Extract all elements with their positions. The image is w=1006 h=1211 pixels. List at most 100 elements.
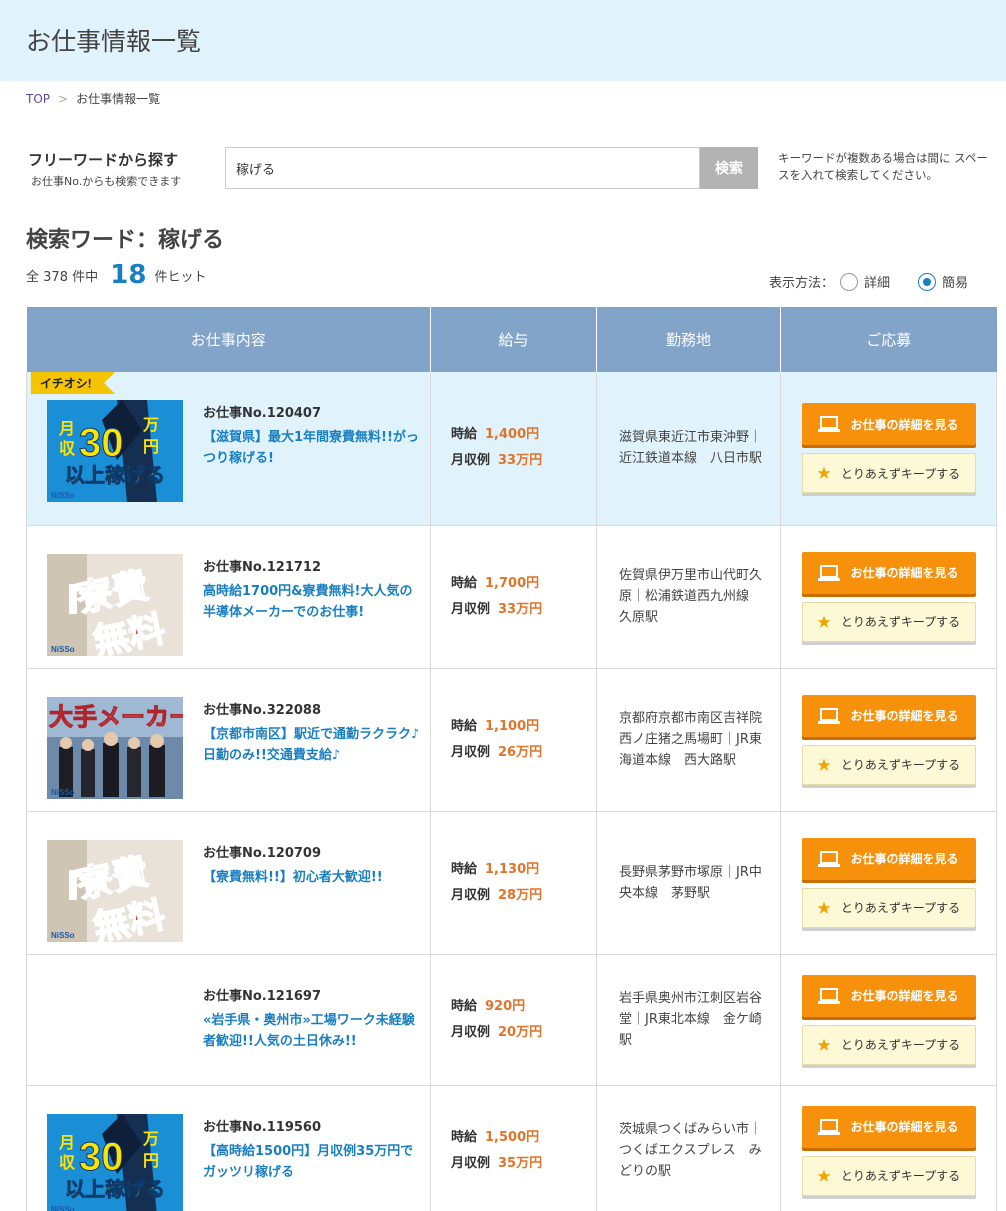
job-cell: 寮費 無料 NiSSo お仕事No.120709 【寮費無料!!】初心者大歓迎!!	[26, 811, 431, 955]
keep-button[interactable]: とりあえずキープする	[801, 601, 976, 642]
view-detail-label: お仕事の詳細を見る	[850, 417, 959, 432]
job-title-link[interactable]: 【京都市南区】駅近で通勤ラクラク♪日勤のみ!!交通費支給♪	[203, 724, 423, 766]
view-detail-button[interactable]: お仕事の詳細を見る	[801, 403, 976, 446]
monthly-line: 月収例 35万円	[451, 1151, 596, 1177]
keep-button[interactable]: とりあえずキープする	[801, 1155, 976, 1196]
freeword-search: フリーワードから探す お仕事No.からも検索できます 検索 キーワードが複数ある…	[26, 146, 988, 192]
hit-count: 18	[110, 260, 147, 290]
keep-button[interactable]: とりあえずキープする	[801, 1024, 976, 1065]
total-suffix: 件中	[72, 270, 99, 285]
svg-text:NiSSo: NiSSo	[51, 1205, 75, 1211]
salary-cell: 時給 1,400円 月収例 33万円	[430, 372, 597, 526]
job-table: お仕事内容 給与 勤務地 ご応募 イチオシ! 月収 30 万円以上稼げる NiSSo お仕…	[26, 307, 997, 1211]
keep-button[interactable]: とりあえずキープする	[801, 744, 976, 785]
monthly-value: 33万円	[498, 453, 543, 469]
apply-cell: お仕事の詳細を見るとりあえずキープする	[780, 668, 997, 812]
keep-button[interactable]: とりあえずキープする	[801, 887, 976, 928]
page-header: お仕事情報一覧	[0, 0, 1006, 81]
job-title-link[interactable]: «岩手県・奥州市»工場ワーク未経験者歓迎!!人気の土日休み!!	[203, 1010, 423, 1052]
monthly-value: 26万円	[498, 744, 543, 760]
monthly-line: 月収例 28万円	[451, 883, 596, 909]
svg-text:万: 万	[142, 1131, 159, 1148]
job-thumbnail[interactable]: 大手メーカー NiSSo	[47, 696, 183, 799]
salary-cell: 時給 1,100円月収例 26万円	[430, 668, 597, 812]
view-detail-button[interactable]: お仕事の詳細を見る	[801, 1105, 976, 1148]
breadcrumb-top-link[interactable]: TOP	[26, 92, 50, 106]
job-cell: お仕事No.121697 «岩手県・奥州市»工場ワーク未経験者歓迎!!人気の土日休…	[26, 954, 431, 1086]
svg-text:以上稼げる: 以上稼げる	[65, 1177, 165, 1201]
view-detail-button[interactable]: お仕事の詳細を見る	[801, 974, 976, 1017]
mode-detail-label[interactable]: 詳細	[864, 272, 890, 291]
keep-button[interactable]: とりあえずキープする	[801, 453, 976, 494]
wage-line: 時給 1,130円	[451, 857, 596, 883]
header-location: 勤務地	[596, 307, 781, 372]
search-note: キーワードが複数ある場合は間に スペースを入れて検索してください。	[778, 151, 988, 182]
job-cell: 寮費 無料 NiSSo お仕事No.121712 高時給1700円&寮費無料!大人気の半…	[26, 525, 431, 669]
svg-text:収: 収	[59, 1154, 76, 1172]
view-detail-button[interactable]: お仕事の詳細を見る	[801, 694, 976, 737]
star-icon	[817, 1169, 831, 1182]
laptop-icon	[818, 564, 841, 581]
breadcrumb: TOP > お仕事情報一覧	[26, 90, 160, 107]
table-header-row: お仕事内容 給与 勤務地 ご応募	[26, 307, 997, 372]
view-detail-button[interactable]: お仕事の詳細を見る	[801, 551, 976, 594]
job-thumbnail[interactable]: 寮費 無料 NiSSo	[47, 839, 183, 942]
search-button[interactable]: 検索	[700, 147, 758, 189]
keep-label: とりあえずキープする	[840, 1038, 961, 1052]
svg-text:万: 万	[142, 417, 159, 434]
job-number: お仕事No.119560	[203, 1119, 322, 1135]
job-thumbnail[interactable]: 寮費 無料 NiSSo	[47, 553, 183, 656]
monthly-line: 月収例 33万円	[451, 448, 596, 474]
svg-text:円: 円	[143, 1152, 159, 1170]
job-title-link[interactable]: 【高時給1500円】月収例35万円でガッツリ稼げる	[203, 1141, 423, 1183]
svg-text:NiSSo: NiSSo	[51, 491, 75, 500]
job-thumbnail[interactable]: 月収 30 万円以上稼げる NiSSo	[47, 400, 183, 502]
salary-cell: 時給 1,130円 月収例 28万円	[430, 811, 597, 955]
job-thumbnail[interactable]: 月収 30 万円以上稼げる NiSSo	[47, 1113, 183, 1211]
location-cell: 長野県茅野市塚原｜JR中央本線 茅野駅	[596, 811, 781, 955]
featured-badge: イチオシ!	[30, 372, 116, 394]
laptop-icon	[818, 1118, 841, 1135]
job-number: お仕事No.120407	[203, 406, 322, 421]
job-title-link[interactable]: 【寮費無料!!】初心者大歓迎!!	[203, 867, 423, 888]
laptop-icon	[818, 707, 841, 724]
wage-line: 時給 1,400円	[451, 422, 596, 448]
wage-label: 時給	[451, 427, 478, 443]
view-detail-label: お仕事の詳細を見る	[850, 709, 959, 723]
job-cell: 大手メーカー NiSSo お仕事No.322088 【京都市南区】駅近で通勤ラクラク♪…	[26, 668, 431, 812]
breadcrumb-separator: >	[58, 92, 69, 106]
monthly-line: 月収例 26万円	[451, 740, 596, 766]
apply-cell: お仕事の詳細を見るとりあえずキープする	[780, 954, 997, 1086]
job-cell: イチオシ! 月収 30 万円以上稼げる NiSSo お仕事No.120407 【滋賀県】最大…	[26, 372, 431, 526]
laptop-icon	[818, 987, 841, 1004]
table-row: 大手メーカー NiSSo お仕事No.322088 【京都市南区】駅近で通勤ラクラク♪…	[26, 668, 997, 812]
svg-text:月: 月	[58, 420, 75, 438]
view-detail-label: お仕事の詳細を見る	[850, 852, 959, 866]
keep-label: とりあえずキープする	[840, 901, 961, 915]
monthly-label: 月収例	[451, 744, 491, 760]
table-row: 月収 30 万円以上稼げる NiSSo お仕事No.119560 【高時給1500円】月収…	[26, 1085, 997, 1211]
header-job: お仕事内容	[26, 307, 431, 372]
job-number: お仕事No.322088	[203, 702, 322, 718]
svg-text:円: 円	[143, 438, 159, 456]
job-number: お仕事No.121697	[203, 988, 322, 1004]
table-row: 寮費 無料 NiSSo お仕事No.120709 【寮費無料!!】初心者大歓迎!! 時給 1…	[26, 811, 997, 955]
job-title-link[interactable]: 【滋賀県】最大1年間寮費無料!!がっつり稼げる!	[203, 427, 423, 469]
job-title-link[interactable]: 高時給1700円&寮費無料!大人気の半導体メーカーでのお仕事!	[203, 581, 423, 623]
svg-text:以上稼げる: 以上稼げる	[65, 463, 165, 487]
display-mode-label: 表示方法：	[769, 276, 835, 291]
monthly-label: 月収例	[451, 887, 491, 903]
wage-value: 920円	[485, 998, 526, 1014]
radio-simple[interactable]	[918, 272, 937, 291]
monthly-line: 月収例 33万円	[451, 597, 596, 623]
location-cell: 滋賀県東近江市東沖野｜近江鉄道本線 八日市駅	[596, 372, 781, 526]
featured-badge-text: イチオシ!	[40, 377, 92, 391]
job-cell: 月収 30 万円以上稼げる NiSSo お仕事No.119560 【高時給1500円】月収…	[26, 1085, 431, 1211]
view-detail-button[interactable]: お仕事の詳細を見る	[801, 837, 976, 880]
location-cell: 京都府京都市南区吉祥院西ノ庄猪之馬場町｜JR東海道本線 西大路駅	[596, 668, 781, 812]
mode-simple-label[interactable]: 簡易	[942, 272, 968, 291]
radio-detail[interactable]	[840, 272, 859, 291]
result-count: 全 378 件中 18 件ヒット	[26, 258, 206, 290]
search-input[interactable]	[225, 147, 700, 189]
wage-line: 時給 1,100円	[451, 714, 596, 740]
